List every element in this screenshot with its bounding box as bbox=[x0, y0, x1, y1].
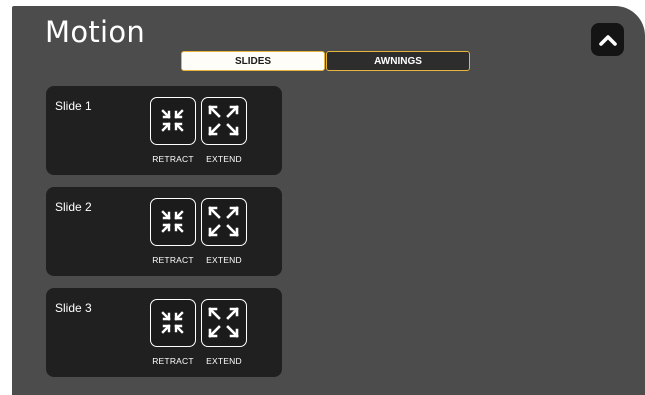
tab-bar: SLIDES AWNINGS bbox=[181, 51, 470, 71]
extend-arrows-icon bbox=[208, 105, 239, 136]
slide-card-3: Slide 3 RETRACT EXTEND bbox=[46, 288, 282, 377]
collapse-button[interactable] bbox=[591, 23, 624, 56]
extend-label: EXTEND bbox=[206, 356, 242, 366]
slide-name: Slide 2 bbox=[55, 200, 92, 214]
extend-button[interactable] bbox=[201, 97, 247, 145]
chevron-up-icon bbox=[598, 34, 617, 46]
retract-button[interactable] bbox=[150, 198, 196, 246]
slide-card-2: Slide 2 RETRACT EXTEND bbox=[46, 187, 282, 276]
extend-arrows-icon bbox=[208, 307, 239, 338]
retract-button[interactable] bbox=[150, 97, 196, 145]
retract-arrows-icon bbox=[161, 311, 184, 334]
slide-name: Slide 1 bbox=[55, 99, 92, 113]
tab-slides[interactable]: SLIDES bbox=[181, 51, 325, 71]
extend-button[interactable] bbox=[201, 299, 247, 347]
slide-card-1: Slide 1 RETRACT EXTEND bbox=[46, 86, 282, 175]
extend-button[interactable] bbox=[201, 198, 247, 246]
retract-arrows-icon bbox=[161, 210, 184, 233]
slide-name: Slide 3 bbox=[55, 301, 92, 315]
extend-label: EXTEND bbox=[206, 255, 242, 265]
retract-arrows-icon bbox=[161, 109, 184, 132]
tab-awnings[interactable]: AWNINGS bbox=[326, 51, 470, 71]
motion-panel: Motion SLIDES AWNINGS Slide 1 RETRACT EX… bbox=[12, 6, 645, 395]
retract-button[interactable] bbox=[150, 299, 196, 347]
extend-label: EXTEND bbox=[206, 154, 242, 164]
page-title: Motion bbox=[45, 15, 146, 49]
extend-arrows-icon bbox=[208, 206, 239, 237]
